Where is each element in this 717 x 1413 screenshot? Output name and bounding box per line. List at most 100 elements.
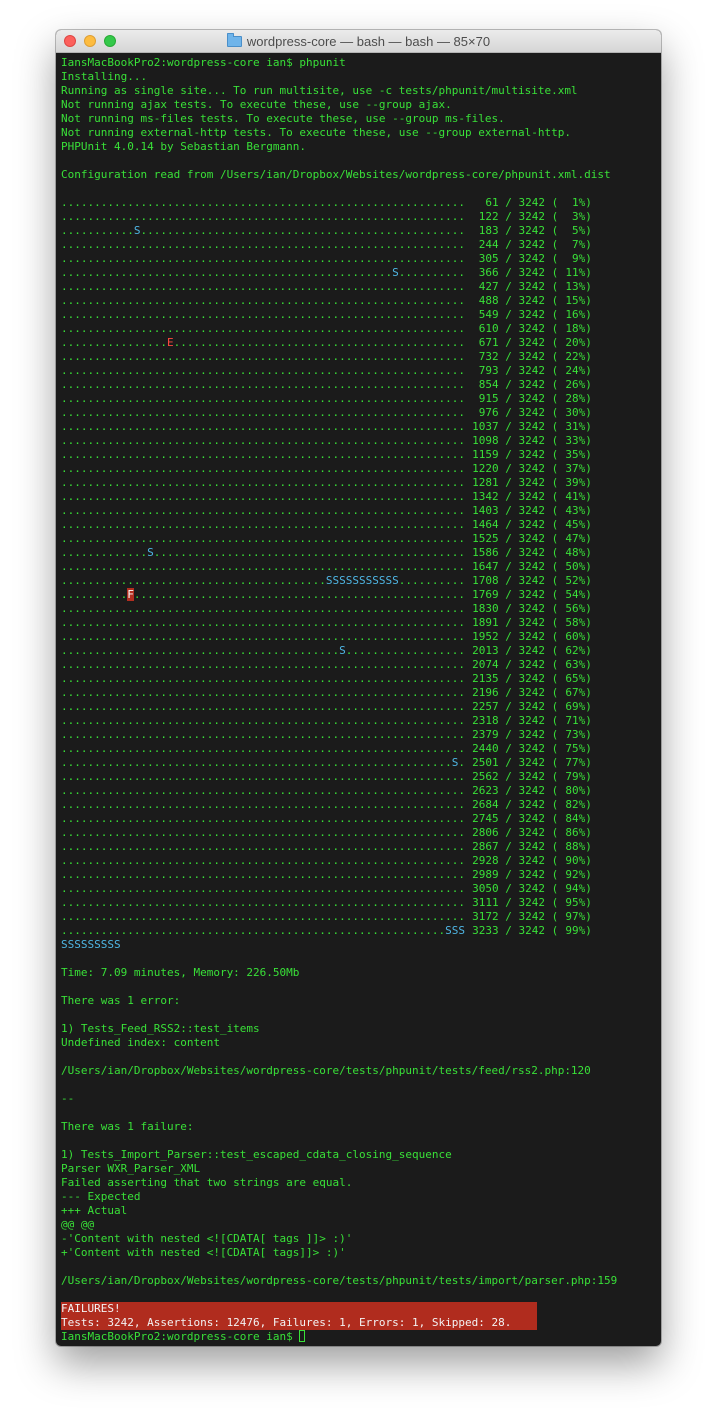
- progress-total: 3242: [518, 896, 545, 909]
- test-marks: ........................................…: [61, 910, 465, 923]
- pass-markers: ........................................…: [61, 924, 446, 937]
- pass-markers: .: [458, 756, 465, 769]
- test-marks: ........................................…: [61, 448, 465, 461]
- output-line: IansMacBookPro2:wordpress-core ian$ phpu…: [61, 56, 346, 69]
- progress-count: 2440: [472, 742, 499, 755]
- pass-markers: ........................................…: [61, 420, 465, 433]
- progress-row: ........................................…: [61, 728, 592, 741]
- prompt-line[interactable]: IansMacBookPro2:wordpress-core ian$: [61, 1330, 659, 1344]
- progress-percent: 99%: [565, 924, 586, 937]
- test-marks: ........................................…: [61, 798, 465, 811]
- progress-percent: 54%: [565, 588, 586, 601]
- progress-count: 915: [478, 392, 499, 405]
- progress-count: 2562: [472, 770, 499, 783]
- test-marks: ........................................…: [61, 700, 465, 713]
- progress-percent: 75%: [565, 742, 586, 755]
- progress-count: 1220: [472, 462, 499, 475]
- pass-markers: ........................................…: [61, 462, 465, 475]
- progress-output: ........................................…: [61, 196, 659, 938]
- pass-markers: ........................................…: [61, 812, 465, 825]
- progress-percent: 73%: [565, 728, 586, 741]
- progress-total: 3242: [518, 812, 545, 825]
- test-marks: ........................................…: [61, 742, 465, 755]
- progress-row: ........................................…: [61, 630, 592, 643]
- progress-count: 2867: [472, 840, 499, 853]
- progress-count: 1403: [472, 504, 499, 517]
- progress-total: 3242: [518, 378, 545, 391]
- test-marks: ........................................…: [61, 462, 465, 475]
- progress-row: ........................................…: [61, 924, 592, 937]
- pass-markers: ........................................…: [61, 714, 465, 727]
- progress-row: ........................................…: [61, 322, 592, 335]
- test-marks: ........................................…: [61, 672, 465, 685]
- terminal-output[interactable]: IansMacBookPro2:wordpress-core ian$ phpu…: [61, 56, 659, 1344]
- progress-row: ........................................…: [61, 686, 592, 699]
- pass-markers: ........................................…: [61, 672, 465, 685]
- test-marks: ........................................…: [61, 434, 465, 447]
- progress-row: ........................................…: [61, 868, 592, 881]
- pass-markers: ........................................…: [61, 742, 465, 755]
- test-marks: ........................................…: [61, 728, 465, 741]
- progress-total: 3242: [518, 588, 546, 601]
- progress-count: 2989: [472, 868, 499, 881]
- progress-count: 488: [478, 294, 499, 307]
- progress-percent: 43%: [565, 504, 586, 517]
- test-marks: ........................................…: [61, 868, 465, 881]
- progress-percent: 86%: [565, 826, 586, 839]
- pass-markers: ........................................…: [153, 546, 465, 559]
- progress-count: 2623: [472, 784, 499, 797]
- pass-markers: ........................................…: [61, 896, 465, 909]
- pass-markers: ........................................…: [61, 826, 465, 839]
- test-marks: ........................................…: [61, 238, 465, 251]
- progress-count: 2196: [472, 686, 499, 699]
- progress-total: 3242: [518, 392, 545, 405]
- progress-row: ..........F.............................…: [61, 588, 592, 601]
- pass-markers: ........................................…: [61, 322, 465, 335]
- progress-row: ........................................…: [61, 448, 592, 461]
- progress-total: 3242: [518, 420, 545, 433]
- progress-total: 3242: [518, 350, 545, 363]
- test-marks: ........................................…: [61, 756, 465, 769]
- pass-markers: ........................................…: [61, 294, 465, 307]
- pass-markers: .............: [61, 546, 148, 559]
- progress-percent: 71%: [565, 714, 586, 727]
- pass-markers: ........................................…: [61, 756, 452, 769]
- progress-count: 1647: [472, 560, 499, 573]
- progress-total: 3242: [518, 574, 546, 587]
- progress-total: 3242: [518, 266, 546, 279]
- progress-count: 2501: [472, 756, 499, 769]
- progress-percent: 15%: [565, 294, 586, 307]
- progress-total: 3242: [518, 504, 545, 517]
- pass-markers: ........................................: [61, 574, 326, 587]
- test-marks: ........................................…: [61, 532, 465, 545]
- progress-count: 2135: [472, 672, 499, 685]
- pass-markers: ........................................…: [61, 630, 465, 643]
- test-marks: ........................................…: [61, 882, 465, 895]
- progress-total: 3242: [518, 322, 545, 335]
- progress-total: 3242: [518, 434, 545, 447]
- progress-row: ........................................…: [61, 742, 592, 755]
- output-line: There was 1 error:: [61, 994, 181, 1007]
- progress-total: 3242: [518, 406, 545, 419]
- progress-total: 3242: [518, 294, 545, 307]
- progress-row: ........................................…: [61, 378, 592, 391]
- test-marks: ........................................…: [61, 686, 465, 699]
- progress-count: 2806: [472, 826, 499, 839]
- progress-count: 1281: [472, 476, 499, 489]
- test-marks: ........................................…: [61, 308, 465, 321]
- pass-markers: ........................................…: [61, 658, 465, 671]
- progress-row: ........................................…: [61, 658, 592, 671]
- pass-markers: ........................................…: [61, 686, 465, 699]
- shell-prompt: IansMacBookPro2:wordpress-core ian$: [61, 1330, 300, 1343]
- progress-percent: 97%: [565, 910, 586, 923]
- progress-row: ........................................…: [61, 518, 592, 531]
- test-marks: ........................................…: [61, 714, 465, 727]
- progress-total: 3242: [518, 224, 546, 237]
- test-marks: ........................................…: [61, 602, 465, 615]
- progress-percent: 48%: [565, 546, 586, 559]
- progress-row: ........................................…: [61, 826, 592, 839]
- title-bar[interactable]: wordpress-core — bash — bash — 85×70: [56, 30, 661, 53]
